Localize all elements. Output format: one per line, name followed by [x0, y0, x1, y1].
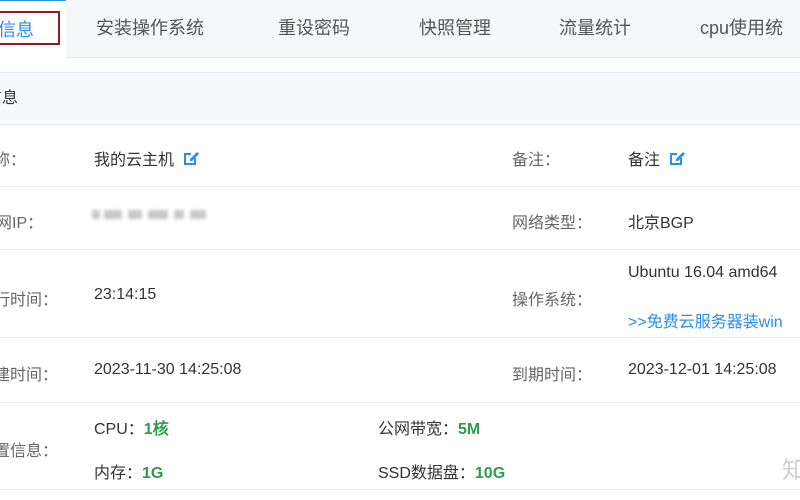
tab-install-os[interactable]: 安装操作系统: [96, 0, 204, 57]
ip-value-redacted: [92, 207, 216, 223]
created-value: 2023-11-30 14:25:08: [94, 361, 242, 378]
edit-icon[interactable]: [668, 149, 686, 172]
free-server-win-link[interactable]: >>免费云服务器装win: [628, 308, 783, 332]
disk-value: 10G: [474, 465, 506, 482]
tab-reset-password[interactable]: 重设密码: [278, 0, 350, 57]
config-label: 置信息：: [0, 443, 59, 460]
tab-cpu-usage[interactable]: cpu使用统: [700, 0, 783, 57]
tab-traffic-label: 流量统计: [559, 18, 631, 38]
info-row-config: 置信息： CPU：1核 公网带宽：5M 内存：1G SSD数据盘：10G: [0, 403, 800, 490]
ip-label: 网IP：: [0, 215, 44, 232]
info-row-runtime: 行时间： 23:14:15 操作系统： Ubuntu 16.04 amd64 >…: [0, 250, 800, 338]
tab-cpu-usage-label: cpu使用统: [700, 18, 784, 38]
tab-bar: 信息 安装操作系统 重设密码 快照管理 流量统计 cpu使用统: [0, 0, 800, 59]
os-label: 操作系统：: [512, 292, 593, 309]
tab-snapshots-label: 快照管理: [419, 18, 491, 38]
bandwidth-value: 5M: [458, 421, 481, 438]
memory-value: 1G: [142, 465, 164, 482]
edit-icon[interactable]: [182, 149, 200, 172]
tab-traffic[interactable]: 流量统计: [559, 0, 631, 57]
network-type-value: 北京BGP: [628, 215, 694, 232]
memory-label: 内存：: [94, 465, 143, 482]
tab-install-os-label: 安装操作系统: [96, 18, 204, 38]
os-value: Ubuntu 16.04 amd64: [628, 264, 778, 281]
name-label: 称：: [0, 152, 27, 169]
cpu-label: CPU：: [94, 421, 144, 438]
remark-value: 备注: [628, 146, 686, 172]
disk-label: SSD数据盘：: [378, 465, 475, 482]
tab-snapshots[interactable]: 快照管理: [419, 0, 491, 57]
expire-value: 2023-12-01 14:25:08: [628, 361, 777, 378]
watermark: 知: [782, 457, 800, 484]
disk-spec: SSD数据盘：10G: [378, 459, 505, 483]
tab-info[interactable]: 信息: [0, 0, 66, 59]
tab-info-label: 信息: [0, 20, 34, 40]
bandwidth-label: 公网带宽：: [378, 421, 459, 438]
name-value: 我的云主机: [94, 146, 200, 172]
section-header: 信息: [0, 72, 800, 125]
runtime-label: 行时间：: [0, 292, 59, 309]
memory-spec: 内存：1G: [94, 459, 163, 483]
cpu-value: 1核: [143, 421, 169, 438]
remark-text: 备注: [628, 152, 661, 169]
info-row-time: 建时间： 2023-11-30 14:25:08 到期时间： 2023-12-0…: [0, 338, 800, 403]
section-title: 信息: [0, 90, 19, 107]
created-label: 建时间：: [0, 367, 59, 384]
info-row-name: 称： 我的云主机 备注： 备注: [0, 124, 800, 187]
runtime-value: 23:14:15: [94, 286, 157, 303]
remark-label: 备注：: [512, 152, 561, 169]
tab-reset-password-label: 重设密码: [278, 18, 350, 38]
name-text: 我的云主机: [94, 152, 175, 169]
expire-label: 到期时间：: [512, 367, 593, 384]
cpu-spec: CPU：1核: [94, 415, 169, 439]
network-type-label: 网络类型：: [512, 215, 593, 232]
bandwidth-spec: 公网带宽：5M: [378, 415, 480, 439]
